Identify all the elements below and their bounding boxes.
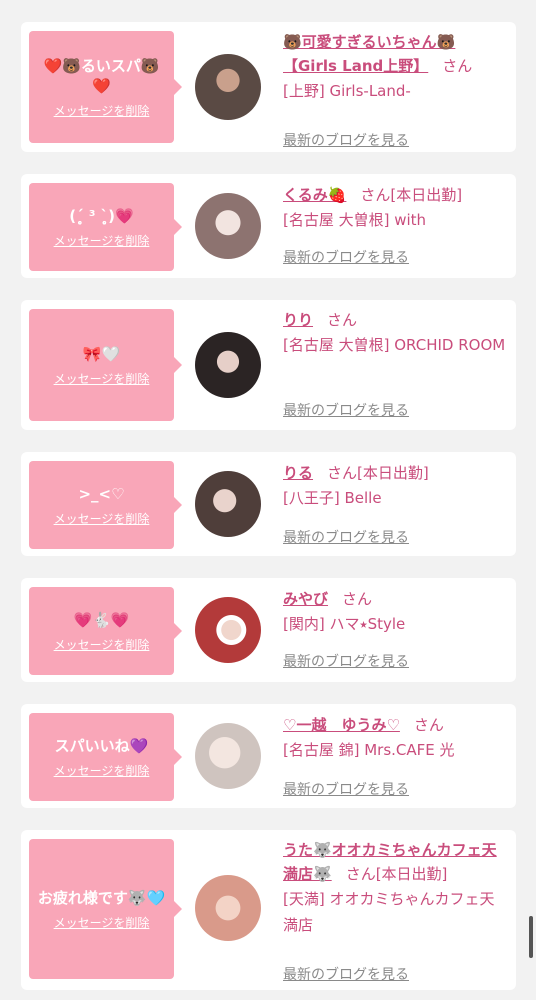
name-link[interactable]: みやび [283, 590, 328, 608]
shop-text: [名古屋 大曽根] with [283, 211, 427, 229]
message-bubble: 🎀🤍 メッセージを削除 [29, 309, 182, 421]
delete-message-link[interactable]: メッセージを削除 [54, 762, 150, 779]
message-text: ❤️🐻るいスパ🐻❤️ [43, 56, 160, 95]
avatar[interactable] [195, 332, 261, 398]
avatar[interactable] [195, 193, 261, 259]
latest-blog-link[interactable]: 最新のブログを見る [283, 130, 409, 150]
message-text: >_<♡ [78, 484, 125, 503]
latest-blog-link[interactable]: 最新のブログを見る [283, 527, 409, 547]
status-badge: [本日出勤] [375, 865, 448, 883]
list-item: 💗🐇💗 メッセージを削除 みやび さん [関内] ハマ⭑Style 最新のブログを… [21, 578, 516, 682]
shop-text: [上野] Girls-Land- [283, 82, 411, 100]
message-bubble: スパいいね💜 メッセージを削除 [29, 713, 182, 801]
honorific: さん [342, 590, 373, 608]
message-text: お疲れ様です🐺🩵 [37, 888, 166, 907]
list-item: ❤️🐻るいスパ🐻❤️ メッセージを削除 🐻可愛すぎるいちゃん🐻【Girls La… [21, 22, 516, 152]
message-bubble: (ˊ̥̥̥̥̥ ³ ˋ̥̥̥̥̥)💗 メッセージを削除 [29, 183, 182, 271]
message-text: (ˊ̥̥̥̥̥ ³ ˋ̥̥̥̥̥)💗 [69, 206, 134, 225]
message-text: スパいいね💜 [54, 736, 149, 755]
name-link[interactable]: 🐻可愛すぎるいちゃん🐻【Girls Land上野】 [283, 33, 455, 75]
delete-message-link[interactable]: メッセージを削除 [54, 102, 150, 119]
latest-blog-link[interactable]: 最新のブログを見る [283, 247, 409, 267]
message-bubble: 💗🐇💗 メッセージを削除 [29, 587, 182, 675]
shop-text: [名古屋 大曽根] ORCHID ROOM [283, 336, 506, 354]
delete-message-link[interactable]: メッセージを削除 [54, 370, 150, 387]
honorific: さん [360, 186, 391, 204]
status-badge: [本日出勤] [357, 464, 429, 482]
honorific: さん [442, 57, 473, 75]
list-item: (ˊ̥̥̥̥̥ ³ ˋ̥̥̥̥̥)💗 メッセージを削除 くるみ🍓 さん[本日出勤]… [21, 174, 516, 278]
message-bubble: ❤️🐻るいスパ🐻❤️ メッセージを削除 [29, 31, 182, 143]
delete-message-link[interactable]: メッセージを削除 [54, 232, 150, 249]
name-link[interactable]: ♡一越 ゆうみ♡ [283, 716, 400, 734]
name-link[interactable]: りり [283, 311, 313, 329]
message-text: 🎀🤍 [82, 344, 121, 363]
name-link[interactable]: りる [283, 464, 313, 482]
shop-text: [名古屋 錦] Mrs.CAFE 光 [283, 741, 455, 759]
honorific: さん [345, 865, 376, 883]
avatar[interactable] [195, 471, 261, 537]
message-bubble: >_<♡ メッセージを削除 [29, 461, 182, 549]
list-item: 🎀🤍 メッセージを削除 りり さん [名古屋 大曽根] ORCHID ROOM 最… [21, 300, 516, 430]
avatar[interactable] [195, 875, 261, 941]
latest-blog-link[interactable]: 最新のブログを見る [283, 400, 409, 420]
latest-blog-link[interactable]: 最新のブログを見る [283, 651, 409, 671]
honorific: さん [327, 311, 358, 329]
name-link[interactable]: くるみ🍓 [283, 186, 346, 204]
status-badge: [本日出勤] [390, 186, 463, 204]
latest-blog-link[interactable]: 最新のブログを見る [283, 779, 409, 799]
delete-message-link[interactable]: メッセージを削除 [54, 636, 150, 653]
shop-text: [関内] ハマ⭑Style [283, 615, 406, 633]
delete-message-link[interactable]: メッセージを削除 [54, 510, 150, 527]
scrollbar[interactable] [529, 916, 533, 958]
shop-text: [天満] オオカミちゃんカフェ天満店 [283, 890, 495, 934]
honorific: さん [413, 716, 444, 734]
latest-blog-link[interactable]: 最新のブログを見る [283, 964, 409, 984]
avatar[interactable] [195, 723, 261, 789]
delete-message-link[interactable]: メッセージを削除 [54, 914, 150, 931]
list-item: >_<♡ メッセージを削除 りる さん[本日出勤] [八王子] Belle 最新の… [21, 452, 516, 556]
honorific: さん [327, 464, 358, 482]
shop-text: [八王子] Belle [283, 489, 382, 507]
message-bubble: お疲れ様です🐺🩵 メッセージを削除 [29, 839, 182, 979]
message-text: 💗🐇💗 [73, 610, 130, 629]
list-item: スパいいね💜 メッセージを削除 ♡一越 ゆうみ♡ さん [名古屋 錦] Mrs.C… [21, 704, 516, 808]
list-item: お疲れ様です🐺🩵 メッセージを削除 うた🐺オオカミちゃんカフェ天満店🐺 さん[本日… [21, 830, 516, 990]
avatar[interactable] [195, 597, 261, 663]
avatar[interactable] [195, 54, 261, 120]
